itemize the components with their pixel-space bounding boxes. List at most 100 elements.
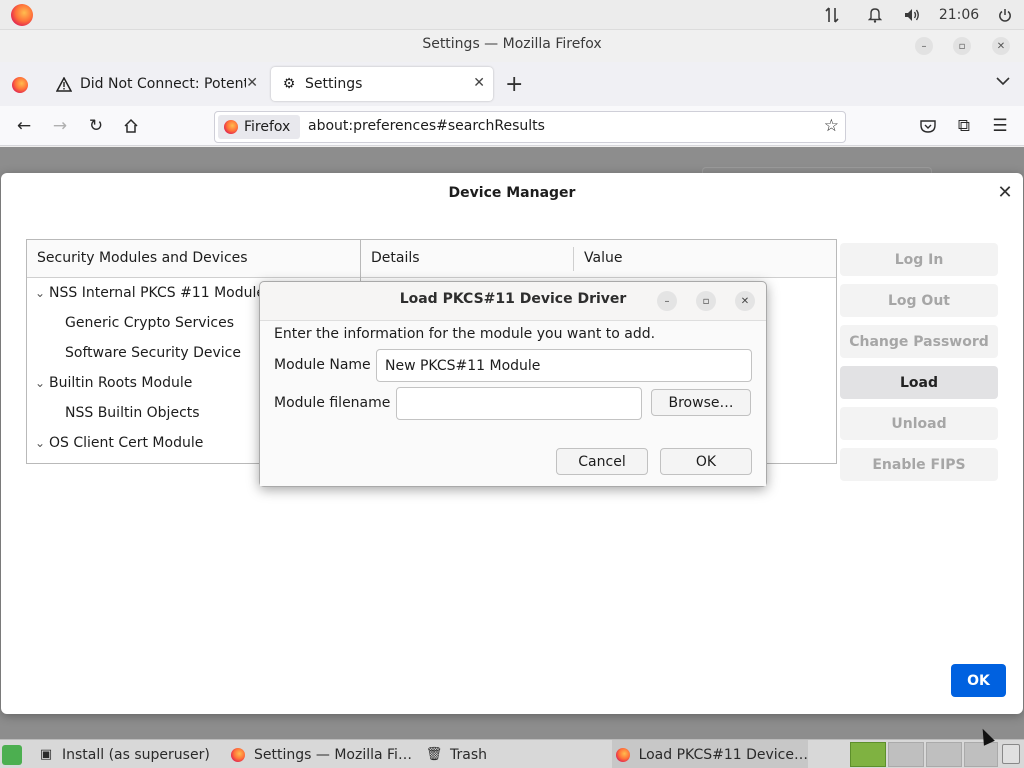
forward-arrow-icon[interactable]: →: [48, 114, 72, 138]
list-all-tabs-chevron-icon[interactable]: [996, 74, 1010, 90]
close-tab-icon[interactable]: ✕: [246, 75, 258, 91]
workspace-3[interactable]: [926, 742, 962, 767]
tree-item[interactable]: ⌄ OS Client Cert Module: [35, 435, 203, 451]
navigation-toolbar: ← → ↻ Firefox about:preferences#searchRe…: [0, 106, 1024, 146]
module-filename-label: Module filename: [274, 395, 391, 411]
ok-button[interactable]: OK: [660, 448, 752, 475]
minimize-button[interactable]: –: [915, 37, 933, 55]
workspace-2[interactable]: [888, 742, 924, 767]
notification-bell-icon[interactable]: [864, 0, 886, 30]
taskbar-item-label: Settings — Mozilla Fi…: [254, 746, 412, 763]
taskbar-item-label: Load PKCS#11 Device…: [638, 746, 808, 763]
system-top-panel: 21:06: [0, 0, 1024, 30]
app-menu-icon[interactable]: [2, 745, 22, 765]
identity-box[interactable]: Firefox: [218, 115, 300, 139]
firefox-icon: [224, 120, 238, 134]
change-password-button[interactable]: Change Password: [840, 325, 998, 358]
tree-item-label: Software Security Device: [65, 345, 241, 361]
close-icon[interactable]: ✕: [995, 182, 1015, 203]
dialog-title: Device Manager: [448, 185, 576, 201]
tree-column-header[interactable]: Security Modules and Devices: [27, 240, 360, 278]
chevron-down-icon[interactable]: ⌄: [35, 376, 49, 390]
tab-strip: Did Not Connect: Potenti ✕ ⚙ Settings ✕ …: [0, 62, 1024, 106]
tree-item[interactable]: NSS Builtin Objects: [65, 405, 200, 421]
tree-item-label: NSS Builtin Objects: [65, 405, 200, 421]
tree-item[interactable]: ⌄ Builtin Roots Module: [35, 375, 192, 391]
identity-label: Firefox: [244, 119, 291, 135]
bookmark-star-icon[interactable]: ☆: [824, 116, 839, 136]
load-button[interactable]: Load: [840, 366, 998, 399]
dialog-instructions: Enter the information for the module you…: [274, 326, 656, 342]
tree-item-label: OS Client Cert Module: [49, 435, 204, 451]
url-bar[interactable]: Firefox about:preferences#searchResults …: [214, 111, 846, 143]
trash-icon: 🗑: [426, 747, 443, 762]
hamburger-menu-icon[interactable]: ☰: [988, 114, 1012, 138]
pocket-icon[interactable]: [916, 114, 940, 138]
trash-applet-icon[interactable]: [1002, 744, 1020, 764]
tab-label: Settings: [305, 76, 363, 92]
close-window-button[interactable]: ✕: [992, 37, 1010, 55]
taskbar-item[interactable]: Settings — Mozilla Fi…: [230, 740, 415, 768]
network-icon[interactable]: [821, 0, 843, 30]
tab-settings[interactable]: ⚙ Settings ✕: [271, 67, 493, 101]
power-icon[interactable]: [994, 0, 1016, 30]
module-name-label: Module Name: [274, 357, 371, 373]
cancel-button[interactable]: Cancel: [556, 448, 648, 475]
workspace-4[interactable]: [964, 742, 998, 767]
new-tab-button[interactable]: +: [505, 72, 523, 97]
back-arrow-icon[interactable]: ←: [12, 114, 36, 138]
workspace-1[interactable]: [850, 742, 886, 767]
taskbar-item[interactable]: ▣ Install (as superuser): [38, 740, 218, 768]
load-pkcs11-dialog: Load PKCS#11 Device Driver – ▫ ✕ Enter t…: [259, 281, 767, 487]
tree-item[interactable]: Generic Crypto Services: [65, 315, 234, 331]
tree-item[interactable]: ⌄ NSS Internal PKCS #11 Module: [35, 285, 265, 301]
extensions-puzzle-icon[interactable]: ⧉: [952, 114, 976, 138]
firefox-icon[interactable]: [11, 4, 33, 26]
chevron-down-icon[interactable]: ⌄: [35, 286, 49, 300]
details-table-header: Details Value: [361, 240, 836, 278]
url-text[interactable]: about:preferences#searchResults: [308, 118, 545, 134]
firefox-icon: [616, 747, 631, 763]
installer-icon: ▣: [39, 747, 53, 762]
clock[interactable]: 21:06: [936, 0, 982, 30]
reload-icon[interactable]: ↻: [84, 114, 108, 138]
taskbar-item-label: Trash: [450, 746, 487, 763]
tree-item-label: NSS Internal PKCS #11 Module: [49, 285, 265, 301]
enable-fips-button[interactable]: Enable FIPS: [840, 448, 998, 481]
taskbar-item[interactable]: 🗑 Trash: [426, 740, 606, 768]
tree-item-label: Builtin Roots Module: [49, 375, 193, 391]
minimize-button[interactable]: –: [657, 291, 677, 311]
value-column-header[interactable]: Value: [584, 250, 622, 266]
ok-button[interactable]: OK: [951, 664, 1006, 697]
tab-label: Did Not Connect: Potenti: [80, 76, 246, 92]
window-titlebar: Settings — Mozilla Firefox – ▫ ✕: [0, 30, 1024, 62]
log-in-button[interactable]: Log In: [840, 243, 998, 276]
close-dialog-button[interactable]: ✕: [735, 291, 755, 311]
log-out-button[interactable]: Log Out: [840, 284, 998, 317]
module-name-input[interactable]: [376, 349, 752, 382]
window-title: Settings — Mozilla Firefox: [422, 36, 602, 52]
firefox-view-icon[interactable]: [12, 77, 28, 93]
tree-item-label: Generic Crypto Services: [65, 315, 234, 331]
browse-button[interactable]: Browse…: [651, 389, 751, 416]
close-tab-icon[interactable]: ✕: [473, 75, 485, 91]
maximize-button[interactable]: ▫: [953, 37, 971, 55]
maximize-button[interactable]: ▫: [696, 291, 716, 311]
home-icon[interactable]: [119, 114, 143, 138]
gear-icon: ⚙: [282, 76, 296, 92]
warning-icon: [56, 76, 72, 92]
dialog-body: Enter the information for the module you…: [260, 320, 766, 486]
tab-did-not-connect[interactable]: Did Not Connect: Potenti ✕: [46, 67, 266, 101]
taskbar-item[interactable]: Load PKCS#11 Device…: [612, 740, 808, 768]
chevron-down-icon[interactable]: ⌄: [35, 436, 49, 450]
bottom-taskbar: ▣ Install (as superuser) Settings — Mozi…: [0, 739, 1024, 768]
unload-button[interactable]: Unload: [840, 407, 998, 440]
column-divider[interactable]: [573, 247, 574, 271]
firefox-icon: [230, 747, 246, 763]
volume-icon[interactable]: [901, 0, 923, 30]
tree-item[interactable]: Software Security Device: [65, 345, 241, 361]
taskbar-item-label: Install (as superuser): [62, 746, 210, 763]
details-column-header[interactable]: Details: [371, 250, 420, 266]
module-filename-input[interactable]: [396, 387, 642, 420]
dialog-title: Load PKCS#11 Device Driver: [399, 291, 627, 307]
